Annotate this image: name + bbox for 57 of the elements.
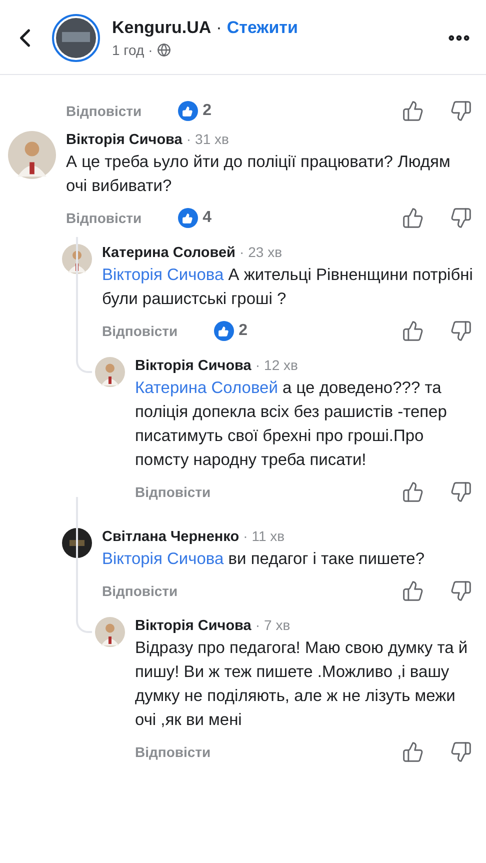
mention-link[interactable]: Катерина Соловей — [135, 379, 283, 397]
dislike-icon[interactable] — [450, 207, 472, 229]
separator: · — [148, 42, 153, 58]
dislike-icon[interactable] — [450, 481, 472, 503]
reply-button[interactable]: Відповісти — [102, 583, 178, 599]
comment-time: 12 хв — [264, 357, 298, 373]
author-name[interactable]: Вікторія Сичова — [135, 618, 252, 634]
author-name[interactable]: Вікторія Сичова — [66, 132, 182, 148]
reply-button[interactable]: Відповісти — [135, 744, 211, 760]
like-icon[interactable] — [402, 741, 424, 763]
separator: · — [239, 244, 244, 260]
like-icon[interactable] — [402, 320, 424, 342]
separator: · — [186, 131, 192, 147]
avatar[interactable] — [95, 617, 125, 647]
comment-time: 31 хв — [195, 131, 229, 147]
dislike-icon[interactable] — [450, 100, 472, 122]
comment-time: 23 хв — [248, 244, 282, 260]
comment-text: Вікторія Сичова ви педагог і таке пишете? — [102, 549, 426, 570]
reply-button[interactable]: Відповісти — [135, 484, 211, 500]
like-badge-icon — [178, 101, 198, 121]
comment-text: Вікторія Сичова А жительці Рівненщини потрібні були рашистські гроші ? — [102, 265, 474, 310]
reply-button[interactable]: Відповісти — [66, 103, 142, 119]
comment-time: 11 хв — [252, 528, 285, 544]
follow-link[interactable]: Стежити — [226, 18, 298, 38]
like-count: 2 — [202, 102, 212, 120]
page-name[interactable]: Kenguru.UA — [112, 18, 212, 38]
dislike-icon[interactable] — [450, 580, 472, 602]
like-icon[interactable] — [402, 481, 424, 503]
globe-icon — [156, 43, 171, 57]
author-name[interactable]: Світлана Черненко — [102, 529, 240, 545]
post-time: 1 год — [112, 42, 144, 58]
separator: · — [255, 357, 260, 373]
dislike-icon[interactable] — [450, 320, 472, 342]
reply-button[interactable]: Відповісти — [66, 210, 142, 226]
separator: · — [243, 528, 248, 544]
dislike-icon[interactable] — [450, 741, 472, 763]
like-count: 4 — [202, 209, 212, 227]
comment-text: Катерина Соловей а це доведено??? та поліція допекла всіх без рашистів -тепер писатимуть свої брехні про гроші.Про помсту народну треба писати! — [135, 378, 448, 471]
like-icon[interactable] — [402, 580, 424, 602]
mention-link[interactable]: Вікторія Сичова — [102, 550, 228, 568]
separator: · — [255, 617, 260, 633]
like-icon[interactable] — [402, 100, 424, 122]
comment-time: 7 хв — [264, 617, 290, 633]
page-avatar[interactable] — [52, 14, 100, 62]
like-badge-icon — [178, 208, 198, 228]
mention-link[interactable]: Вікторія Сичова — [102, 266, 228, 284]
author-name[interactable]: Катерина Соловей — [102, 245, 236, 261]
avatar[interactable] — [95, 357, 125, 387]
author-name[interactable]: Вікторія Сичова — [135, 358, 252, 374]
avatar[interactable] — [62, 528, 92, 558]
comment-text: А це треба ьуло йти до поліції працювати? Людям очі вибивати? — [66, 152, 452, 197]
like-icon[interactable] — [402, 207, 424, 229]
reply-button[interactable]: Відповісти — [102, 323, 178, 339]
like-badge-icon — [214, 321, 234, 341]
like-count: 2 — [238, 322, 248, 340]
comment-text: Відразу про педагога! Маю свою думку та й пишу! Ви ж теж пишете .Можливо ,і вашу думку не поділяють, але ж не лізуть межи очі ,як ви мені — [135, 638, 469, 731]
separator: · — [216, 18, 222, 38]
